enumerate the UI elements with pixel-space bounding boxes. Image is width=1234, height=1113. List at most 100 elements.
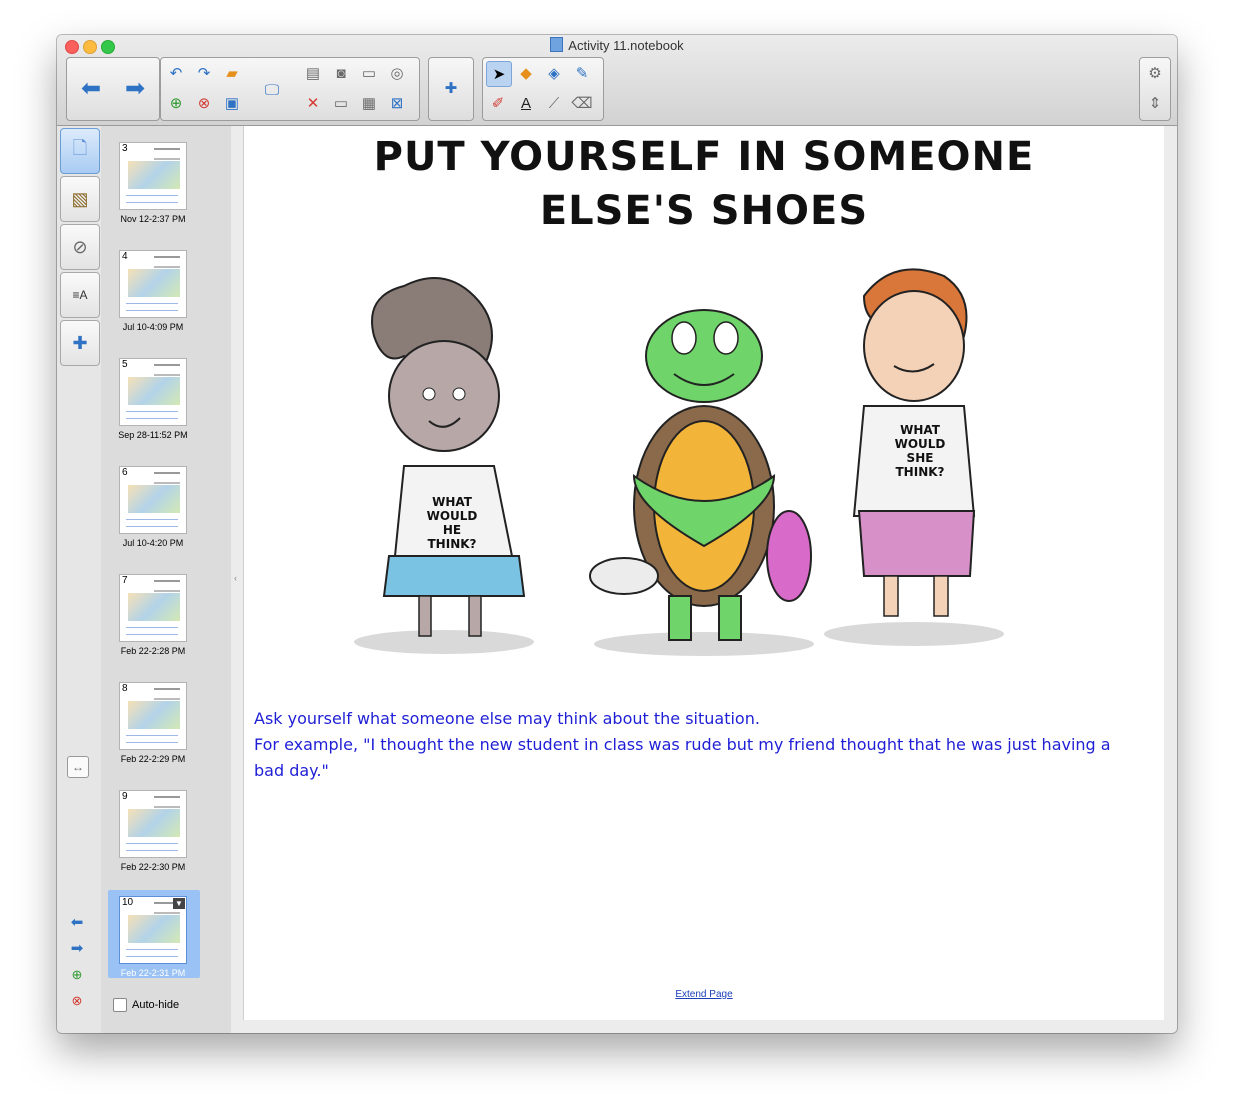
- thumbnail-image: [128, 809, 180, 837]
- sidebar-add-page-button[interactable]: ⊕: [65, 964, 89, 984]
- addons-button[interactable]: ✚: [439, 76, 463, 100]
- page-date: Nov 12-2:37 PM: [120, 214, 186, 224]
- delete-button[interactable]: ✕: [301, 91, 325, 115]
- sidebar-delete-page-button[interactable]: ⊗: [65, 990, 89, 1010]
- page-text-box[interactable]: Ask yourself what someone else may think…: [254, 706, 1134, 784]
- settings-toolbar-group: ⚙ ⇕: [1139, 57, 1171, 121]
- sidebar-collapse-handle[interactable]: ‹: [234, 573, 237, 583]
- page-date: Feb 22-2:30 PM: [120, 862, 186, 872]
- shapes-tool-button[interactable]: ◆: [514, 61, 538, 85]
- previous-page-button[interactable]: ⬅: [69, 58, 113, 120]
- edit-toolbar-group: ↶ ↷ ▰ ⊕ ⊗ ▣ 🖵 ▤ ◙ ▭ ◎ ✕ ▭ ▦ ⊠: [160, 57, 420, 121]
- properties-tab[interactable]: ≡A: [60, 272, 100, 318]
- page-date: Jul 10-4:20 PM: [122, 538, 184, 548]
- spotlight-button[interactable]: ◎: [385, 61, 409, 85]
- title-bar: Activity 11.notebook ⬅ ➡ ↶ ↷ ▰ ⊕ ⊗ ▣ 🖵 ▤…: [57, 35, 1177, 126]
- comic-headline-line2: ELSE'S SHOES: [539, 188, 869, 234]
- page-date: Jul 10-4:09 PM: [122, 322, 184, 332]
- shapes-icon: ◆: [520, 64, 532, 82]
- add-page-icon: ⊕: [169, 94, 183, 112]
- save-button[interactable]: ▣: [220, 91, 244, 115]
- screen-capture-button[interactable]: ◙: [329, 61, 353, 85]
- attachments-tab[interactable]: ⊘: [60, 224, 100, 270]
- camera-icon: ◙: [336, 64, 346, 82]
- whiteboard-page[interactable]: PUT YOURSELF IN SOMEONE ELSE'S SHOES WHA…: [243, 126, 1164, 1020]
- side-tab-bar: 🗋 ▧ ⊘ ≡A ✚ ↔ ⬅ ➡ ⊕ ⊗: [57, 126, 102, 1033]
- cursor-arrow-icon: ➤: [492, 65, 506, 83]
- text-tool-button[interactable]: A: [514, 91, 538, 115]
- text-a-icon: A: [520, 94, 531, 112]
- gear-icon: ⚙: [1148, 64, 1162, 82]
- full-screen-icon: ⊠: [390, 94, 404, 112]
- sidebar-previous-page-button[interactable]: ⬅: [65, 912, 89, 932]
- fill-tool-button[interactable]: ◈: [542, 61, 566, 85]
- auto-hide-checkbox[interactable]: [113, 998, 127, 1012]
- page-number: 5: [122, 359, 128, 370]
- delete-page-icon: ⊗: [71, 992, 83, 1008]
- page-menu-button[interactable]: ▼: [173, 898, 185, 909]
- properties-icon: ≡A: [72, 288, 88, 302]
- sidebar-next-page-button[interactable]: ➡: [65, 938, 89, 958]
- eraser-tool-button[interactable]: ⌫: [570, 91, 594, 115]
- arrow-right-icon: ➡: [70, 939, 84, 957]
- open-file-button[interactable]: ▰: [220, 61, 244, 85]
- tools-toolbar-group: ➤ ◆ ◈ ✎ ✐ A ⟋ ⌫: [482, 57, 604, 121]
- sidebar-side-toggle-button[interactable]: ↔: [67, 756, 89, 778]
- settings-button[interactable]: ⚙: [1143, 61, 1167, 85]
- page-number: 3: [122, 143, 128, 154]
- toolbar-position-button[interactable]: ⇕: [1143, 91, 1167, 115]
- paste-button[interactable]: ▤: [301, 61, 325, 85]
- page-thumbnail-selected[interactable]: 10 ▼ Feb 22-2:31 PM: [119, 896, 187, 978]
- page-thumbnail[interactable]: 7 Feb 22-2:28 PM: [119, 574, 187, 656]
- redo-button[interactable]: ↷: [192, 61, 216, 85]
- navigation-toolbar-group: ⬅ ➡: [66, 57, 160, 121]
- girl-character: [371, 277, 526, 637]
- cartoon-illustration[interactable]: WHAT WOULD HE THINK? WHAT WOULD SHE THIN…: [334, 256, 1034, 676]
- auto-hide-option[interactable]: Auto-hide: [113, 998, 179, 1012]
- arrow-left-icon: ⬅: [70, 913, 84, 931]
- page-number: 9: [122, 791, 128, 802]
- spotlight-icon: ◎: [390, 64, 404, 82]
- pens-tool-button[interactable]: ✐: [486, 91, 510, 115]
- add-page-button[interactable]: ⊕: [164, 91, 188, 115]
- page-thumbnail[interactable]: 6 Jul 10-4:20 PM: [119, 466, 187, 548]
- thumbnail-image: [128, 377, 180, 405]
- undo-icon: ↶: [169, 64, 183, 82]
- show-shade-button[interactable]: ▭: [329, 91, 353, 115]
- page-sorter-tab[interactable]: 🗋: [60, 128, 100, 174]
- pens-icon: ✐: [491, 94, 505, 112]
- page-thumbnail[interactable]: 5 Sep 28-11:52 PM: [118, 358, 188, 440]
- addons-tab[interactable]: ✚: [60, 320, 100, 366]
- page-number: 8: [122, 683, 128, 694]
- magic-pen-button[interactable]: ✎: [570, 61, 594, 85]
- dropdown-arrow-icon: ▼: [175, 899, 183, 908]
- screen-shade-button[interactable]: ▭: [357, 61, 381, 85]
- delete-page-button[interactable]: ⊗: [192, 91, 216, 115]
- page-date: Sep 28-11:52 PM: [118, 430, 188, 440]
- window-title: Activity 11.notebook: [57, 37, 1177, 53]
- page-thumbnail[interactable]: 9 Feb 22-2:30 PM: [119, 790, 187, 872]
- thumbnail-image: [128, 701, 180, 729]
- page-thumbnail[interactable]: 3 Nov 12-2:37 PM: [119, 142, 187, 224]
- select-tool-button[interactable]: ➤: [486, 61, 512, 87]
- next-page-button[interactable]: ➡: [113, 58, 157, 120]
- save-icon: ▣: [224, 94, 240, 112]
- screen-shade-icon: ▭: [361, 64, 377, 82]
- arrow-left-icon: ⬅: [80, 75, 102, 102]
- display-screen-button[interactable]: 🖵: [257, 76, 287, 104]
- add-page-icon: ⊕: [71, 966, 83, 982]
- page-date: Feb 22-2:31 PM: [120, 968, 186, 978]
- full-screen-button[interactable]: ⊠: [385, 91, 409, 115]
- table-icon: ▦: [361, 94, 377, 112]
- undo-button[interactable]: ↶: [164, 61, 188, 85]
- page-thumbnail[interactable]: 4 Jul 10-4:09 PM: [119, 250, 187, 332]
- gallery-tab[interactable]: ▧: [60, 176, 100, 222]
- page-thumbnail[interactable]: 8 Feb 22-2:29 PM: [119, 682, 187, 764]
- gallery-icon: ▧: [71, 188, 89, 209]
- extend-page-link[interactable]: Extend Page: [244, 989, 1164, 1000]
- thumbnail-image: [128, 485, 180, 513]
- insert-table-button[interactable]: ▦: [357, 91, 381, 115]
- line-tool-button[interactable]: ⟋: [542, 91, 566, 115]
- magic-pen-icon: ✎: [575, 64, 589, 82]
- monitor-icon: 🖵: [264, 81, 280, 99]
